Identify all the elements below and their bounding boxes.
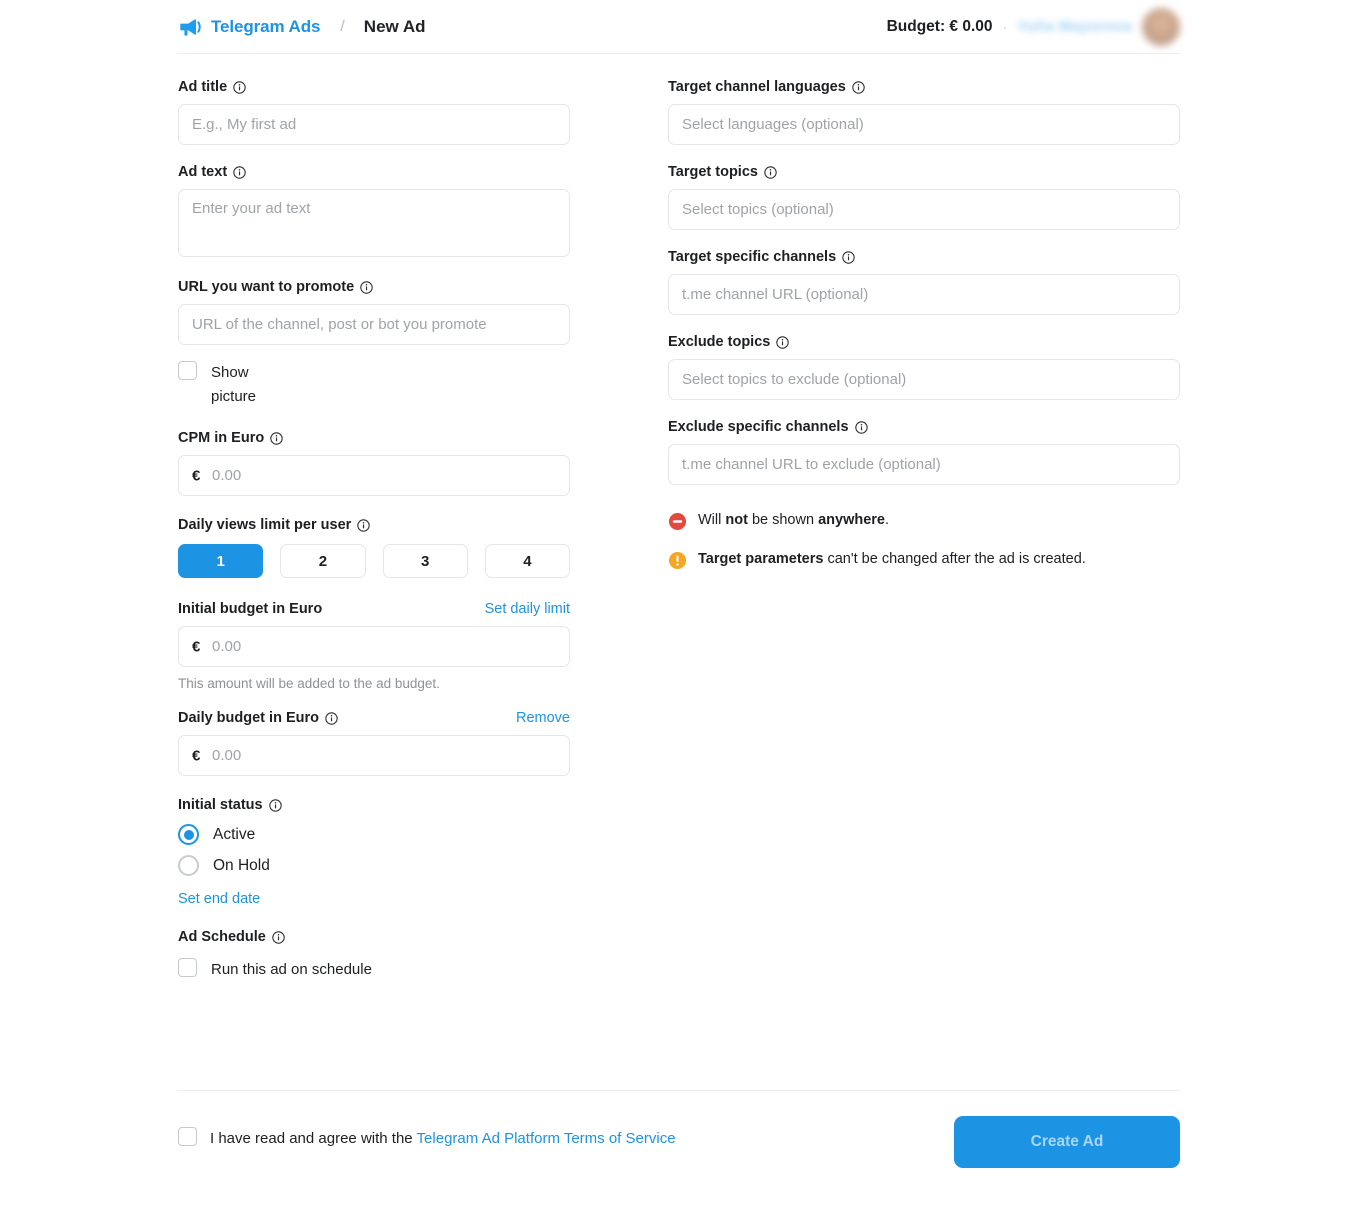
header-right: Budget: € 0.00 · Yulia Mayorova (886, 7, 1180, 46)
header-dot-separator: · (1002, 18, 1008, 35)
target-languages-label: Target channel languages (668, 78, 1180, 96)
views-limit-options: 1 2 3 4 (178, 544, 570, 578)
views-limit-option-4[interactable]: 4 (484, 544, 570, 578)
promote-url-input[interactable] (178, 304, 570, 345)
set-end-date-link[interactable]: Set end date (178, 891, 260, 907)
info-icon[interactable] (325, 711, 338, 725)
info-icon[interactable] (272, 930, 285, 944)
terms-prefix: I have read and agree with the (210, 1130, 417, 1147)
ad-title-input[interactable] (178, 104, 570, 145)
info-icon[interactable] (233, 80, 246, 94)
initial-budget-field: € (178, 626, 570, 667)
show-picture-label: Show picture (211, 364, 257, 405)
page-title: New Ad (363, 16, 426, 36)
target-topics-label: Target topics (668, 163, 1180, 181)
status-option-active[interactable]: Active (178, 824, 570, 845)
cpm-label: CPM in Euro (178, 429, 570, 447)
ad-text-input[interactable] (178, 189, 570, 257)
notice-target-params-text: Target parameters can't be changed after… (698, 551, 1086, 567)
avatar[interactable] (1142, 7, 1180, 46)
views-limit-option-1[interactable]: 1 (178, 544, 264, 578)
notice-not-shown-text: Will not be shown anywhere. (698, 512, 890, 528)
target-channels-label: Target specific channels (668, 248, 1180, 266)
account-name[interactable]: Yulia Mayorova (1017, 18, 1132, 35)
exclude-channels-label: Exclude specific channels (668, 418, 1180, 436)
targeting-notices: Will not be shown anywhere. Target param… (668, 511, 1180, 575)
views-limit-option-2[interactable]: 2 (280, 544, 366, 578)
info-icon[interactable] (852, 80, 865, 94)
set-daily-limit-link[interactable]: Set daily limit (485, 601, 570, 617)
info-icon[interactable] (268, 798, 282, 812)
ad-title-label: Ad title (178, 78, 570, 96)
ad-settings-column: Ad title Ad text URL you want to promote (178, 78, 570, 982)
views-limit-label: Daily views limit per user (178, 516, 570, 534)
terms-agreement-row[interactable]: I have read and agree with the Telegram … (178, 1116, 676, 1150)
exclude-topics-label: Exclude topics (668, 333, 1180, 351)
info-icon[interactable] (764, 165, 777, 179)
breadcrumb: Telegram Ads / New Ad (178, 15, 426, 39)
ad-schedule-label: Ad Schedule (178, 928, 570, 946)
budget-label: Budget: € 0.00 (886, 17, 993, 35)
info-icon[interactable] (842, 250, 855, 264)
daily-budget-label: Daily budget in Euro (178, 709, 338, 727)
new-ad-page: Telegram Ads / New Ad Budget: € 0.00 · Y… (0, 0, 1360, 1208)
terms-checkbox[interactable] (178, 1127, 197, 1146)
footer-divider (178, 1090, 1180, 1091)
cpm-input[interactable] (178, 455, 570, 496)
notice-target-params: Target parameters can't be changed after… (668, 550, 1180, 575)
notice-not-shown: Will not be shown anywhere. (668, 511, 1180, 536)
exclude-topics-input[interactable] (668, 359, 1180, 400)
remove-daily-budget-link[interactable]: Remove (516, 710, 570, 726)
breadcrumb-separator: / (340, 17, 345, 35)
initial-budget-label-row: Initial budget in Euro Set daily limit (178, 600, 570, 618)
run-on-schedule-checkbox[interactable] (178, 958, 197, 977)
show-picture-checkbox[interactable] (178, 361, 197, 380)
info-icon[interactable] (233, 165, 246, 179)
target-languages-input[interactable] (668, 104, 1180, 145)
page-footer: I have read and agree with the Telegram … (178, 1116, 1180, 1168)
info-icon[interactable] (854, 420, 868, 434)
cpm-field: € (178, 455, 570, 496)
radio-active[interactable] (178, 824, 199, 845)
info-icon[interactable] (360, 280, 373, 294)
ad-text-label: Ad text (178, 163, 570, 181)
initial-budget-label: Initial budget in Euro (178, 601, 323, 617)
info-icon[interactable] (357, 518, 370, 532)
terms-text: I have read and agree with the Telegram … (210, 1127, 676, 1150)
radio-on-hold[interactable] (178, 855, 199, 876)
daily-budget-label-row: Daily budget in Euro Remove (178, 709, 570, 727)
no-entry-icon (668, 511, 687, 536)
status-option-on-hold[interactable]: On Hold (178, 855, 570, 876)
terms-link[interactable]: Telegram Ad Platform Terms of Service (417, 1130, 676, 1147)
targeting-column: Target channel languages Target topics T… (668, 78, 1180, 575)
brand-link[interactable]: Telegram Ads (211, 17, 320, 37)
initial-budget-hint: This amount will be added to the ad budg… (178, 676, 440, 691)
info-icon[interactable] (776, 335, 790, 349)
create-ad-button[interactable]: Create Ad (954, 1116, 1180, 1168)
page-header: Telegram Ads / New Ad Budget: € 0.00 · Y… (178, 0, 1180, 54)
run-on-schedule-row[interactable]: Run this ad on schedule (178, 958, 570, 982)
exclude-channels-input[interactable] (668, 444, 1180, 485)
initial-status-label: Initial status (178, 796, 570, 814)
target-topics-input[interactable] (668, 189, 1180, 230)
info-icon[interactable] (270, 431, 283, 445)
daily-budget-field: € (178, 735, 570, 776)
show-picture-row[interactable]: Show picture (178, 361, 570, 409)
promote-url-label: URL you want to promote (178, 278, 570, 296)
daily-budget-input[interactable] (178, 735, 570, 776)
views-limit-option-3[interactable]: 3 (382, 544, 468, 578)
warning-icon (668, 550, 687, 575)
megaphone-icon (178, 15, 202, 39)
initial-budget-input[interactable] (178, 626, 570, 667)
target-channels-input[interactable] (668, 274, 1180, 315)
run-on-schedule-label: Run this ad on schedule (211, 961, 372, 978)
